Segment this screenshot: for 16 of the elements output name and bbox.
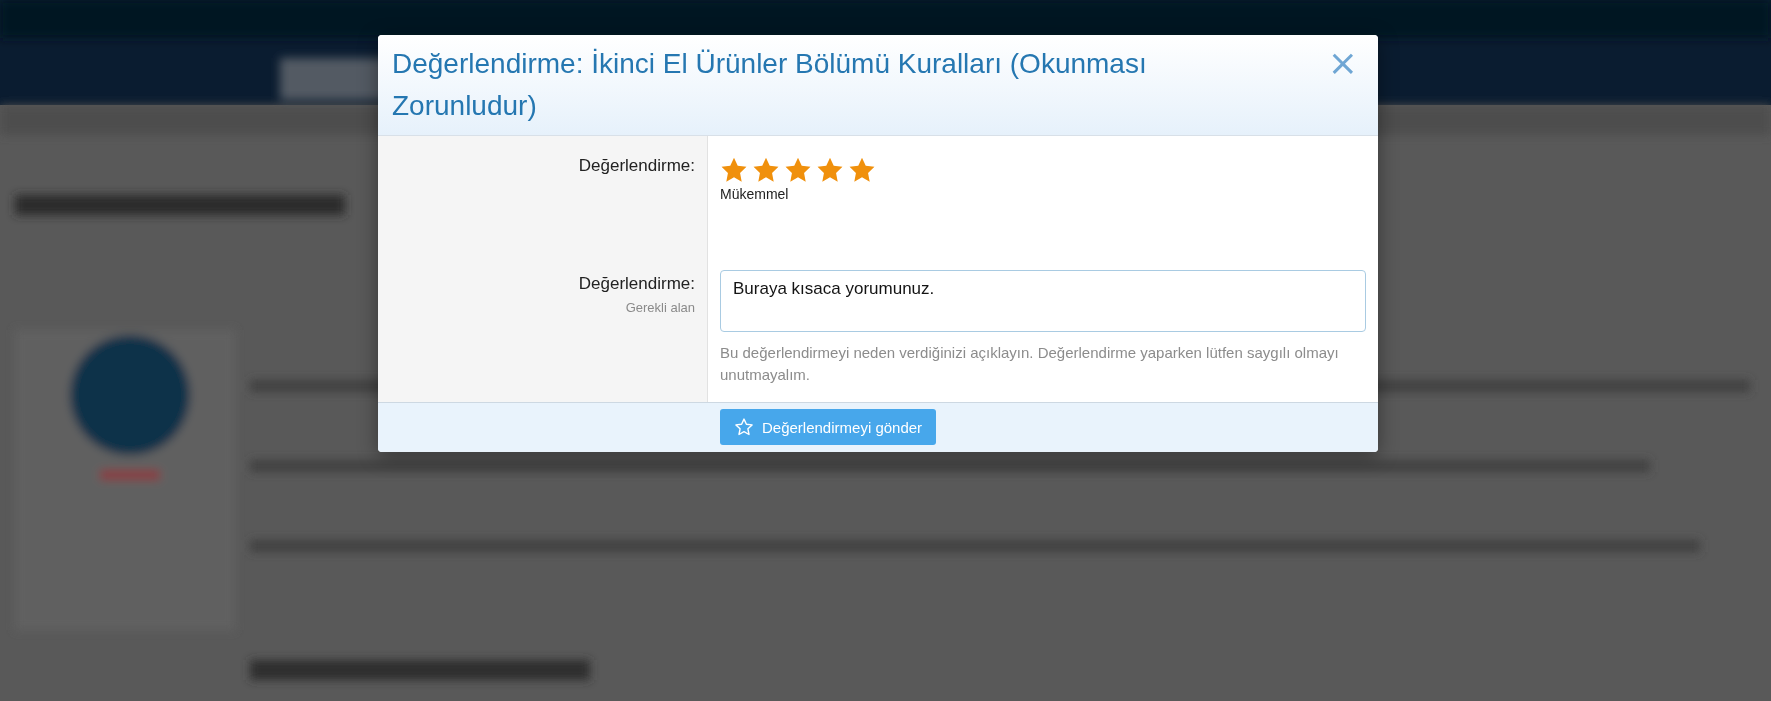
field-label: Değerlendirme: [578, 274, 695, 294]
star-icon[interactable] [752, 156, 780, 184]
star-icon[interactable] [720, 156, 748, 184]
required-hint: Gerekli alan [625, 300, 695, 315]
rating-caption: Mükemmel [720, 186, 789, 204]
field-label: Değerlendirme: [578, 156, 695, 176]
close-button[interactable]: × [1321, 43, 1364, 83]
submit-button[interactable]: Değerlendirmeyi gönder [720, 409, 937, 445]
star-rating[interactable] [720, 156, 876, 184]
star-icon[interactable] [816, 156, 844, 184]
review-field[interactable]: Buraya kısaca yorumunuz. [720, 270, 1366, 332]
dialog-title: Değerlendirme: İkinci El Ürünler Bölümü Kuralları (Okunması Zorunludur) [392, 47, 1148, 123]
star-icon[interactable] [848, 156, 876, 184]
star-icon [734, 417, 754, 437]
field-explanation: Bu değerlendirmeyi neden verdiğinizi açıklayın. Değerlendirme yaparken lütfen saygılı olmayı unutmayalım. [720, 343, 1340, 385]
star-icon[interactable] [784, 156, 812, 184]
